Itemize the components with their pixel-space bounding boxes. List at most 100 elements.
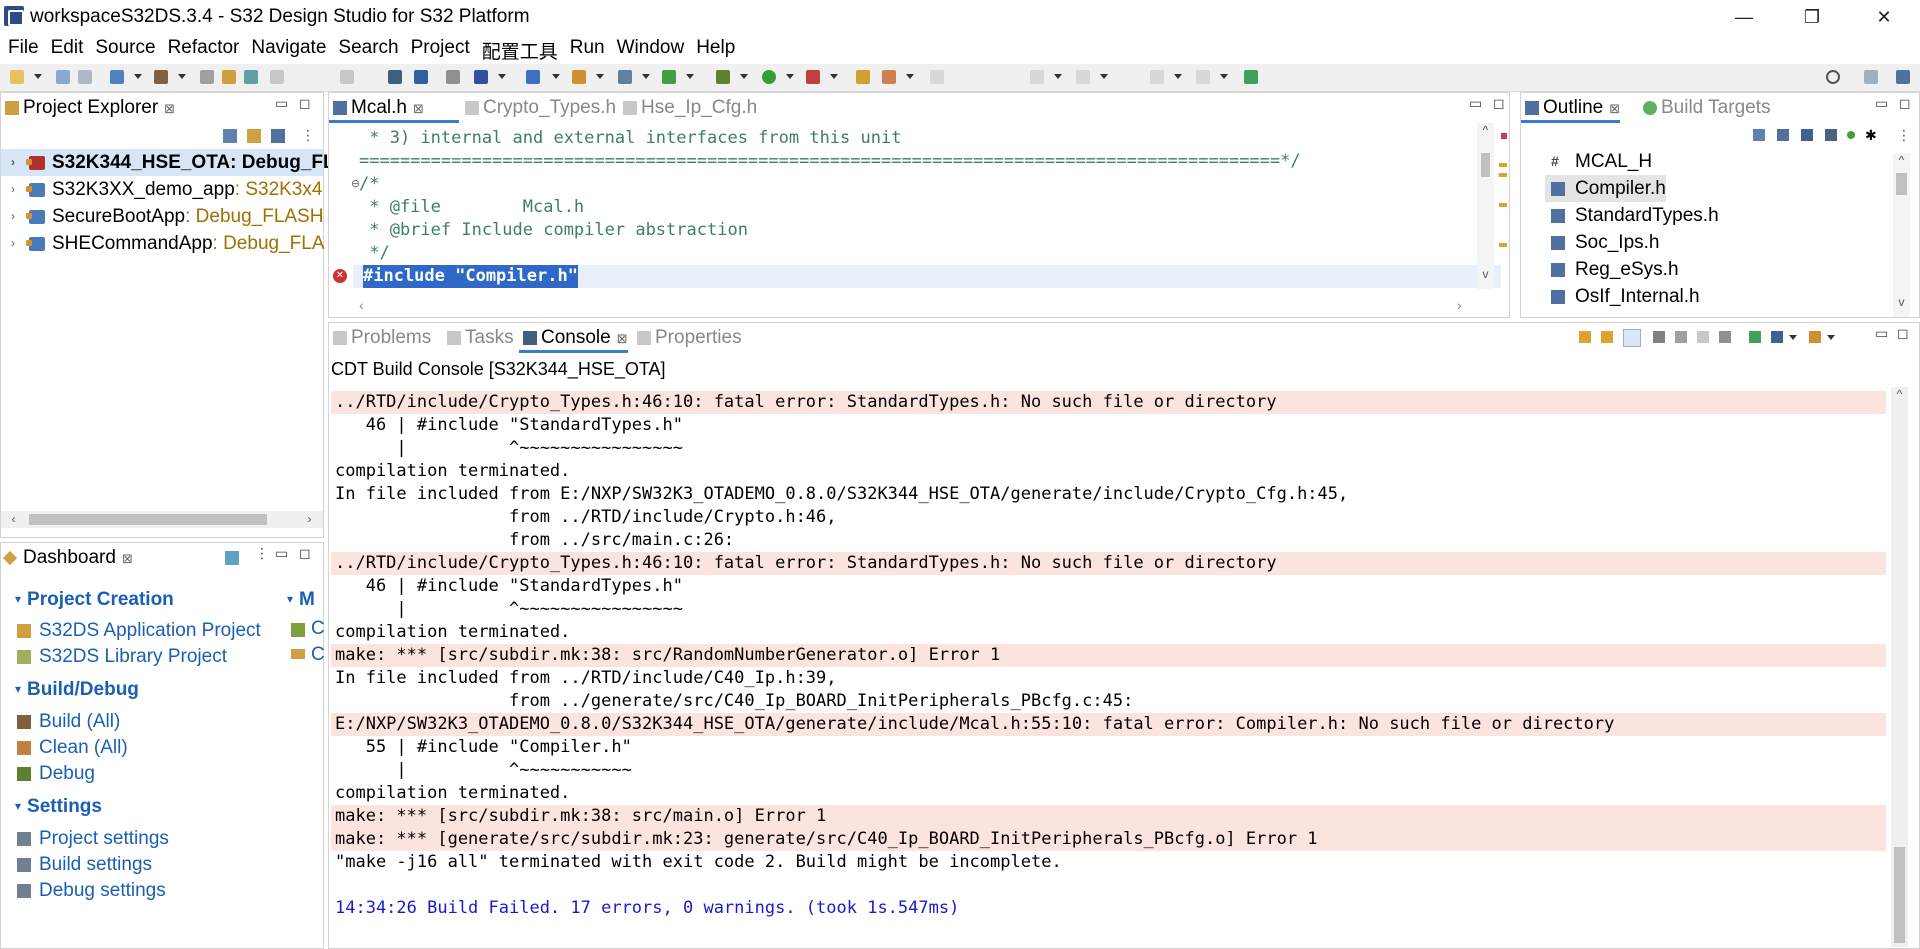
minimize-panel-icon[interactable]: ▭ [1875, 325, 1888, 342]
search-tool-dropdown-icon[interactable] [906, 74, 914, 79]
tab-build-targets[interactable]: Build Targets [1639, 93, 1771, 123]
new-class-icon[interactable] [618, 70, 632, 84]
display-console-icon[interactable] [1771, 331, 1783, 343]
build-hammer-icon[interactable] [154, 70, 168, 84]
new-project-dropdown-icon[interactable] [552, 74, 560, 79]
collapse-all-icon[interactable] [1753, 129, 1765, 141]
overview-marker[interactable] [1499, 243, 1507, 247]
expand-arrow-icon[interactable]: › [11, 176, 15, 203]
outline-item-compiler-h[interactable]: Compiler.h [1545, 175, 1666, 202]
scroll-left-icon[interactable]: ‹ [359, 297, 364, 313]
chip-dropdown-icon[interactable] [498, 74, 506, 79]
outline-item-osif-internal-h[interactable]: OsIf_Internal.h [1545, 283, 1700, 310]
annotation-icon[interactable] [930, 70, 944, 84]
next-annotation-dropdown-icon[interactable] [1054, 74, 1062, 79]
redo-icon[interactable] [340, 70, 354, 84]
scroll-up-icon[interactable]: ^ [1891, 387, 1908, 401]
collapse-all-icon[interactable] [223, 129, 237, 143]
console-icon[interactable] [388, 70, 402, 84]
new-project-icon[interactable] [526, 70, 540, 84]
search-icon[interactable] [1826, 70, 1840, 84]
code-line[interactable]: ========================================… [359, 150, 1301, 173]
word-wrap-icon[interactable] [1719, 331, 1731, 343]
display-console-dropdown-icon[interactable] [1789, 335, 1797, 340]
search-tool-icon[interactable] [882, 70, 896, 84]
tab-mcal-h[interactable]: Mcal.h ⊠ [329, 93, 459, 123]
menu-window[interactable]: Window [611, 34, 691, 64]
expand-arrow-icon[interactable]: › [11, 149, 15, 176]
scroll-down-icon[interactable]: v [1477, 267, 1494, 281]
menu-refactor[interactable]: Refactor [162, 34, 246, 64]
partial-link[interactable]: C [311, 644, 325, 666]
chip-icon[interactable] [474, 70, 488, 84]
close-icon[interactable]: ⊠ [1609, 101, 1620, 116]
group-icon[interactable]: ✱ [1865, 127, 1877, 144]
outline-item-mcal-h[interactable]: # MCAL_H [1545, 148, 1652, 175]
menu-run[interactable]: Run [564, 34, 611, 64]
view-menu-icon[interactable]: ⋮ [255, 545, 269, 562]
next-error-icon[interactable] [1579, 331, 1591, 343]
link-console-icon[interactable] [1623, 329, 1641, 347]
open-console-dropdown-icon[interactable] [1827, 335, 1835, 340]
code-line[interactable]: */ [359, 242, 389, 265]
partial-link[interactable]: C [311, 618, 325, 640]
scroll-right-icon[interactable]: › [301, 512, 318, 526]
open-perspective-icon[interactable] [1864, 70, 1878, 84]
menu-search[interactable]: Search [332, 34, 404, 64]
hide-fields-icon[interactable] [1801, 129, 1813, 141]
link-build-all[interactable]: Build (All) [15, 709, 120, 735]
link-clean-all[interactable]: Clean (All) [15, 735, 128, 761]
close-icon[interactable]: ⊠ [617, 331, 628, 346]
menu-help[interactable]: Help [690, 34, 741, 64]
hide-static-icon[interactable] [1825, 129, 1837, 141]
hide-nonpublic-icon[interactable] [1847, 131, 1855, 139]
menu-source[interactable]: Source [89, 34, 161, 64]
menu-edit[interactable]: Edit [45, 34, 90, 64]
minimize-button[interactable]: — [1716, 2, 1772, 32]
section-project-creation[interactable]: Project Creation [15, 589, 174, 611]
pin-icon[interactable] [414, 70, 428, 84]
undo-icon[interactable] [270, 70, 284, 84]
build-dropdown-icon[interactable] [178, 74, 186, 79]
error-marker-icon[interactable]: ✕ [333, 269, 347, 283]
scrollbar-thumb[interactable] [29, 514, 267, 525]
new-icon[interactable] [10, 70, 24, 84]
scroll-right-icon[interactable]: › [1457, 297, 1462, 313]
open-type-icon[interactable] [856, 70, 870, 84]
settings-dropdown-icon[interactable] [134, 74, 142, 79]
maximize-panel-icon[interactable]: ◻ [299, 95, 311, 112]
external-tools-icon[interactable] [806, 70, 820, 84]
console-output[interactable]: ../RTD/include/Crypto_Types.h:46:10: fat… [331, 387, 1886, 947]
debug-bug-icon[interactable] [716, 70, 730, 84]
debug-config-icon[interactable] [446, 70, 460, 84]
scroll-up-icon[interactable]: ^ [1893, 153, 1910, 167]
tab-dashboard[interactable]: Dashboard ⊠ [1, 543, 133, 573]
forward-dropdown-icon[interactable] [1220, 74, 1228, 79]
code-line[interactable]: /* [359, 173, 379, 196]
back-icon[interactable] [1150, 70, 1164, 84]
save-all-icon[interactable] [78, 70, 92, 84]
sort-icon[interactable] [1777, 129, 1789, 141]
scroll-lock-icon[interactable] [1697, 331, 1709, 343]
scroll-up-icon[interactable]: ^ [1477, 123, 1494, 137]
link-s32ds-library-project[interactable]: S32DS Library Project [15, 644, 227, 670]
tab-tasks[interactable]: Tasks [443, 323, 514, 353]
new-dropdown-icon[interactable] [34, 74, 42, 79]
maximize-panel-icon[interactable]: ◻ [299, 545, 311, 562]
tab-crypto-types-h[interactable]: Crypto_Types.h [461, 93, 616, 123]
overview-error-marker[interactable] [1501, 133, 1507, 139]
outline-item-reg-esys-h[interactable]: Reg_eSys.h [1545, 256, 1679, 283]
section-partial-right[interactable]: M [287, 589, 315, 611]
outline-item-soc-ips-h[interactable]: Soc_Ips.h [1545, 229, 1660, 256]
tab-outline[interactable]: Outline ⊠ [1521, 93, 1621, 123]
close-icon[interactable]: ⊠ [122, 551, 133, 566]
code-line[interactable]: * @file Mcal.h [359, 196, 584, 219]
maximize-panel-icon[interactable]: ◻ [1897, 325, 1909, 342]
overview-marker[interactable] [1499, 203, 1507, 207]
forward-icon[interactable] [1196, 70, 1210, 84]
expand-arrow-icon[interactable]: › [11, 230, 15, 257]
restore-button[interactable]: ❐ [1784, 2, 1840, 32]
run-config-icon[interactable] [662, 70, 676, 84]
run-icon[interactable] [762, 70, 776, 84]
overview-marker[interactable] [1499, 173, 1507, 177]
